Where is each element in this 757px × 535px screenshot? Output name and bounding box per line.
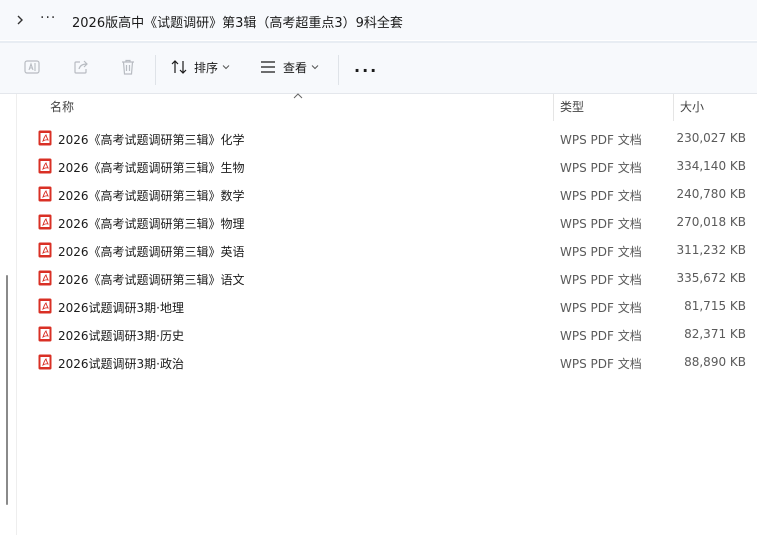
breadcrumb-current-folder[interactable]: 2026版高中《试题调研》第3辑（高考超重点3）9科全套 xyxy=(72,12,403,31)
view-label: 查看 xyxy=(283,60,308,75)
delete-button[interactable] xyxy=(118,53,138,81)
toolbar-divider xyxy=(338,55,339,85)
rename-icon xyxy=(24,60,40,74)
file-name: 2026《高考试题调研第三辑》物理 xyxy=(58,217,245,231)
file-name: 2026《高考试题调研第三辑》英语 xyxy=(58,245,245,259)
file-size: 88,890 KB xyxy=(684,355,746,369)
file-row[interactable]: 2026《高考试题调研第三辑》数学 WPS PDF 文档 240,780 KB xyxy=(0,180,757,208)
sort-icon xyxy=(171,60,187,74)
file-size: 335,672 KB xyxy=(676,271,746,285)
file-type: WPS PDF 文档 xyxy=(560,133,642,147)
sort-button[interactable]: 排序 xyxy=(170,53,230,81)
file-row[interactable]: 2026《高考试题调研第三辑》英语 WPS PDF 文档 311,232 KB xyxy=(0,236,757,264)
pdf-file-icon xyxy=(38,354,52,370)
chevron-down-icon xyxy=(222,65,230,70)
sort-ascending-icon xyxy=(293,93,303,99)
nav-pane-edge xyxy=(16,94,17,535)
file-row[interactable]: 2026《高考试题调研第三辑》语文 WPS PDF 文档 335,672 KB xyxy=(0,264,757,292)
view-list-icon xyxy=(261,61,275,73)
file-type: WPS PDF 文档 xyxy=(560,189,642,203)
share-button[interactable] xyxy=(71,53,91,81)
nav-pane-scrollbar[interactable] xyxy=(6,275,8,505)
rename-button[interactable] xyxy=(22,53,42,81)
pdf-file-icon xyxy=(38,214,52,230)
file-type: WPS PDF 文档 xyxy=(560,301,642,315)
file-name: 2026试题调研3期·地理 xyxy=(58,301,184,315)
file-size: 82,371 KB xyxy=(684,327,746,341)
file-row[interactable]: 2026《高考试题调研第三辑》物理 WPS PDF 文档 270,018 KB xyxy=(0,208,757,236)
file-name: 2026《高考试题调研第三辑》语文 xyxy=(58,273,245,287)
file-row[interactable]: 2026试题调研3期·历史 WPS PDF 文档 82,371 KB xyxy=(0,320,757,348)
file-type: WPS PDF 文档 xyxy=(560,161,642,175)
toolbar-divider xyxy=(155,55,156,85)
pdf-file-icon xyxy=(38,242,52,258)
pdf-file-icon xyxy=(38,158,52,174)
file-list: 名称 类型 大小 2026《高考试题调研第三辑》化学 WPS PDF 文档 23… xyxy=(0,93,757,535)
column-header-size[interactable]: 大小 xyxy=(680,98,704,115)
pdf-file-icon xyxy=(38,270,52,286)
pdf-file-icon xyxy=(38,298,52,314)
file-size: 270,018 KB xyxy=(676,215,746,229)
file-row[interactable]: 2026《高考试题调研第三辑》生物 WPS PDF 文档 334,140 KB xyxy=(0,152,757,180)
column-divider[interactable] xyxy=(553,94,554,121)
file-rows: 2026《高考试题调研第三辑》化学 WPS PDF 文档 230,027 KB … xyxy=(0,124,757,376)
delete-icon xyxy=(122,59,134,75)
file-name: 2026《高考试题调研第三辑》数学 xyxy=(58,189,245,203)
column-header-name[interactable]: 名称 xyxy=(50,98,74,115)
file-name: 2026试题调研3期·历史 xyxy=(58,329,184,343)
command-bar: 排序 查看 ··· xyxy=(0,43,757,94)
file-size: 240,780 KB xyxy=(676,187,746,201)
chevron-down-icon xyxy=(311,65,319,70)
share-icon xyxy=(74,60,88,74)
file-name: 2026试题调研3期·政治 xyxy=(58,357,184,371)
address-bar: ··· 2026版高中《试题调研》第3辑（高考超重点3）9科全套 xyxy=(0,0,757,40)
file-name: 2026《高考试题调研第三辑》化学 xyxy=(58,133,245,147)
file-size: 230,027 KB xyxy=(676,131,746,145)
file-row[interactable]: 2026《高考试题调研第三辑》化学 WPS PDF 文档 230,027 KB xyxy=(0,124,757,152)
pdf-file-icon xyxy=(38,186,52,202)
column-divider[interactable] xyxy=(673,94,674,121)
file-size: 311,232 KB xyxy=(676,243,746,257)
more-options-button[interactable]: ··· xyxy=(354,61,378,80)
pdf-file-icon xyxy=(38,130,52,146)
column-header-type[interactable]: 类型 xyxy=(560,98,584,115)
view-button[interactable]: 查看 xyxy=(259,53,319,81)
file-size: 81,715 KB xyxy=(684,299,746,313)
file-type: WPS PDF 文档 xyxy=(560,273,642,287)
file-type: WPS PDF 文档 xyxy=(560,217,642,231)
pdf-file-icon xyxy=(38,326,52,342)
breadcrumb-more-button[interactable]: ··· xyxy=(40,10,56,26)
file-row[interactable]: 2026试题调研3期·地理 WPS PDF 文档 81,715 KB xyxy=(0,292,757,320)
file-row[interactable]: 2026试题调研3期·政治 WPS PDF 文档 88,890 KB xyxy=(0,348,757,376)
file-name: 2026《高考试题调研第三辑》生物 xyxy=(58,161,245,175)
file-type: WPS PDF 文档 xyxy=(560,329,642,343)
sort-label: 排序 xyxy=(194,60,219,75)
file-type: WPS PDF 文档 xyxy=(560,357,642,371)
file-type: WPS PDF 文档 xyxy=(560,245,642,259)
chevron-right-icon[interactable] xyxy=(14,12,26,28)
file-size: 334,140 KB xyxy=(676,159,746,173)
